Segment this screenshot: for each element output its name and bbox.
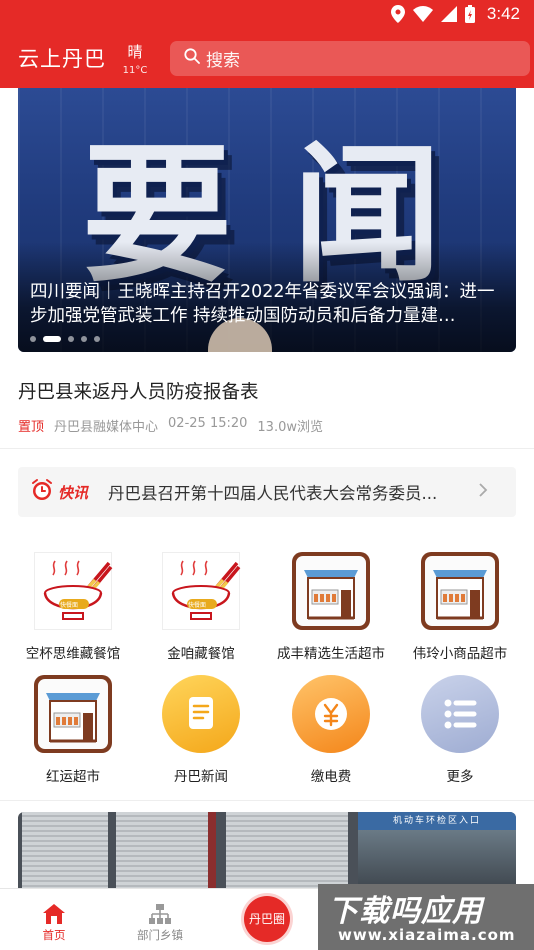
nav-danba-circle[interactable]: 丹巴圈 bbox=[244, 896, 290, 942]
grid-item-label: 缴电费 bbox=[310, 769, 352, 785]
weather-temperature: 11°C bbox=[122, 64, 148, 76]
pinned-article[interactable]: 丹巴县来返丹人员防疫报备表 置顶 丹巴县融媒体中心 02-25 15:20 13… bbox=[18, 378, 516, 435]
grid-item-label: 成丰精选生活超市 bbox=[277, 646, 385, 662]
wifi-icon bbox=[412, 6, 433, 22]
pinned-badge: 置顶 bbox=[18, 420, 45, 435]
nav-label: 首页 bbox=[42, 928, 66, 942]
news-banner-carousel[interactable]: 要闻 四川要闻｜王晓晖主持召开2022年省委议军会议强调：进一步加强党管武装工作… bbox=[18, 88, 516, 352]
grid-item-chengfeng-supermarket[interactable]: 成丰精选生活超市 bbox=[264, 552, 398, 662]
search-icon bbox=[184, 47, 200, 69]
app-title: 云上丹巴 bbox=[18, 47, 106, 71]
storefront-icon bbox=[292, 552, 370, 630]
alarm-clock-icon bbox=[30, 478, 54, 506]
flash-news-bar[interactable]: 快讯 丹巴县召开第十四届人民代表大会常务委员... bbox=[18, 467, 516, 517]
grid-item-label: 伟玲小商品超市 bbox=[412, 646, 508, 662]
article-title: 丹巴县来返丹人员防疫报备表 bbox=[18, 382, 259, 403]
grid-item-pay-electricity[interactable]: 缴电费 bbox=[264, 675, 398, 785]
grid-item-jinzan-restaurant[interactable]: 快餐面 金咱藏餐馆 bbox=[134, 552, 268, 662]
storefront-icon bbox=[421, 552, 499, 630]
grid-item-more[interactable]: 更多 bbox=[393, 675, 527, 785]
section-divider bbox=[0, 800, 534, 801]
chevron-right-icon bbox=[478, 482, 488, 503]
photo-post bbox=[208, 812, 216, 892]
carousel-dot bbox=[68, 336, 74, 342]
more-list-icon bbox=[421, 675, 499, 753]
rice-bowl-icon: 快餐面 bbox=[34, 552, 113, 630]
search-placeholder: 搜索 bbox=[206, 50, 240, 71]
weather-widget[interactable]: 晴 11°C bbox=[114, 41, 156, 76]
bowl-tag-text: 快餐面 bbox=[60, 602, 79, 609]
home-icon bbox=[42, 903, 66, 925]
nav-label: 部门乡镇 bbox=[137, 928, 183, 942]
carousel-dot bbox=[94, 336, 100, 342]
status-clock: 3:42 bbox=[486, 4, 520, 23]
photo-shutter-left bbox=[22, 812, 108, 892]
watermark-url: www.xiazaima.com bbox=[338, 926, 516, 944]
grid-item-label: 更多 bbox=[446, 769, 474, 785]
article-source: 丹巴县融媒体中心 bbox=[54, 420, 159, 435]
flash-news-text: 丹巴县召开第十四届人民代表大会常务委员... bbox=[108, 484, 438, 503]
status-bar: 3:42 bbox=[0, 0, 534, 28]
site-watermark: 下载吗应用 www.xiazaima.com bbox=[318, 884, 534, 950]
article-views: 13.0w浏览 bbox=[257, 420, 323, 435]
grid-item-danba-news[interactable]: 丹巴新闻 bbox=[134, 675, 268, 785]
grid-item-kongbei-restaurant[interactable]: 快餐面 空杯思维藏餐馆 bbox=[6, 552, 140, 662]
org-chart-icon bbox=[148, 903, 172, 925]
location-icon bbox=[390, 5, 405, 23]
carousel-dot-active bbox=[43, 336, 61, 342]
carousel-dot bbox=[81, 336, 87, 342]
rice-bowl-icon: 快餐面 bbox=[162, 552, 241, 630]
battery-icon bbox=[464, 5, 475, 23]
storefront-icon bbox=[34, 675, 112, 753]
bowl-tag-text: 快餐面 bbox=[188, 602, 207, 609]
section-divider bbox=[0, 448, 534, 449]
article-date: 02-25 15:20 bbox=[168, 416, 248, 431]
grid-item-hongyun-supermarket[interactable]: 红运超市 bbox=[6, 675, 140, 785]
search-bar[interactable]: 搜索 bbox=[170, 40, 530, 76]
grid-item-label: 红运超市 bbox=[46, 769, 100, 785]
grid-item-label: 丹巴新闻 bbox=[174, 769, 228, 785]
banner-caption: 四川要闻｜王晓晖主持召开2022年省委议军会议强调：进一步加强党管武装工作 持续… bbox=[30, 282, 495, 326]
nav-home[interactable]: 首页 bbox=[4, 889, 104, 950]
photo-sign: 机动车环检区入口 bbox=[358, 812, 516, 830]
watermark-title: 下载吗应用 bbox=[328, 894, 483, 929]
article-meta: 置顶 丹巴县融媒体中心 02-25 15:20 13.0w浏览 bbox=[18, 416, 516, 435]
carousel-dot bbox=[30, 336, 36, 342]
yuan-coin-icon bbox=[292, 675, 370, 753]
grid-item-label: 空杯思维藏餐馆 bbox=[25, 646, 121, 662]
grid-item-label: 金咱藏餐馆 bbox=[167, 646, 235, 662]
weather-condition: 晴 bbox=[127, 42, 143, 61]
photo-shutter-right bbox=[226, 812, 348, 892]
carousel-indicator bbox=[30, 336, 100, 342]
nav-departments[interactable]: 部门乡镇 bbox=[110, 889, 210, 950]
app-header: 云上丹巴 晴 11°C 搜索 bbox=[0, 28, 534, 88]
photo-shutter-middle bbox=[116, 812, 208, 892]
signal-icon bbox=[440, 6, 457, 22]
photo-background bbox=[358, 830, 516, 892]
news-doc-icon bbox=[162, 675, 240, 753]
grid-item-weiling-supermarket[interactable]: 伟玲小商品超市 bbox=[393, 552, 527, 662]
feed-photo-card[interactable]: 机动车环检区入口 bbox=[18, 812, 516, 892]
flash-news-label: 快讯 bbox=[58, 483, 89, 502]
